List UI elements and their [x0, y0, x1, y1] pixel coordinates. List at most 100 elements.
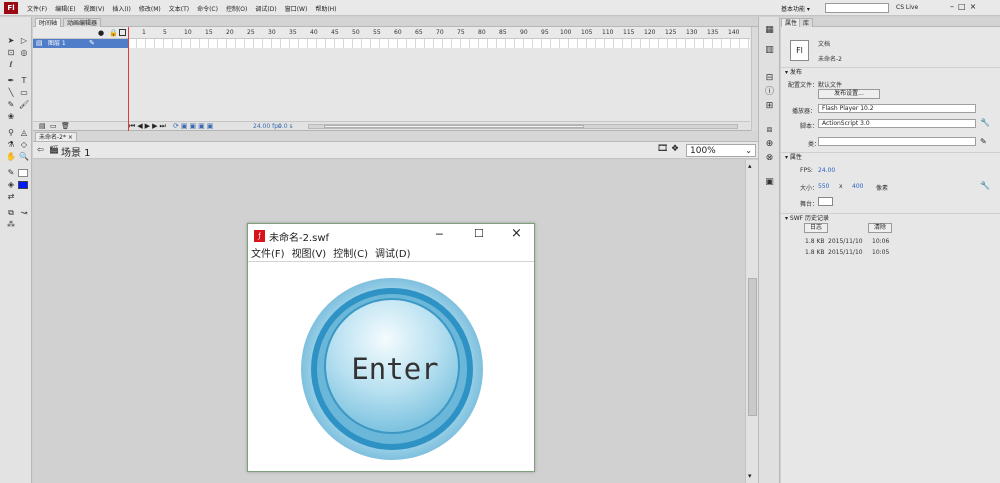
- delete-layer-icon[interactable]: 🗑: [61, 122, 70, 130]
- workspace-switcher[interactable]: 基本功能 ▾: [781, 4, 810, 13]
- motion-presets-icon[interactable]: ⊗: [763, 153, 776, 164]
- section-swf-history[interactable]: ▾ SWF 历史记录: [781, 213, 1000, 222]
- width-value[interactable]: 550: [818, 183, 829, 190]
- eraser-tool-icon[interactable]: ◇: [19, 140, 29, 149]
- menu-control[interactable]: 控制(O): [226, 4, 247, 13]
- lock-icon[interactable]: 🔒: [109, 29, 118, 37]
- history-icon[interactable]: ▣: [763, 177, 776, 188]
- rectangle-tool-icon[interactable]: ▭: [19, 88, 29, 97]
- menu-edit[interactable]: 编辑(E): [55, 4, 75, 13]
- pencil-icon[interactable]: ✎: [980, 137, 987, 146]
- subselection-tool-icon[interactable]: ▷: [19, 36, 29, 45]
- section-properties[interactable]: ▾ 属性: [781, 152, 1000, 161]
- menu-modify[interactable]: 修改(M): [139, 4, 161, 13]
- tab-library[interactable]: 库: [799, 18, 814, 27]
- layer-row[interactable]: ▤ 图层 1 ✎: [33, 39, 128, 48]
- menu-window[interactable]: 窗口(W): [285, 4, 308, 13]
- scroll-up-icon[interactable]: ▴: [748, 162, 752, 170]
- back-arrow-icon[interactable]: ⇦: [37, 145, 44, 154]
- stage-color-swatch[interactable]: [818, 197, 833, 206]
- close-tab-icon[interactable]: ×: [68, 134, 73, 141]
- swf-maximize-button[interactable]: ☐: [474, 227, 484, 240]
- player-select[interactable]: Flash Player 10.2: [818, 104, 976, 113]
- swf-menu-file[interactable]: 文件(F): [251, 248, 285, 261]
- 3d-rotation-tool-icon[interactable]: ◎: [19, 48, 29, 57]
- height-value[interactable]: 400: [852, 183, 863, 190]
- snap-to-objects-icon[interactable]: ⧉: [6, 208, 16, 217]
- menu-help[interactable]: 帮助(H): [315, 4, 336, 13]
- wrench-icon[interactable]: 🔧: [980, 181, 990, 190]
- lasso-tool-icon[interactable]: ℓ: [6, 60, 16, 69]
- timeline-vscroll[interactable]: [751, 27, 758, 131]
- swf-minimize-button[interactable]: ─: [436, 228, 443, 241]
- tab-properties[interactable]: 属性: [781, 18, 802, 27]
- tab-timeline[interactable]: 时间轴: [35, 18, 62, 27]
- align-icon[interactable]: ⊟: [763, 73, 776, 84]
- playhead[interactable]: [128, 27, 129, 131]
- zoom-tool-icon[interactable]: 🔍: [19, 152, 29, 161]
- free-transform-tool-icon[interactable]: ⊡: [6, 48, 16, 57]
- swf-menu-view[interactable]: 视图(V): [292, 248, 327, 261]
- zoom-select[interactable]: 100% ⌄: [686, 144, 756, 157]
- cs-live-button[interactable]: CS Live: [896, 4, 918, 11]
- swf-menu-debug[interactable]: 调试(D): [375, 248, 411, 261]
- wrench-icon[interactable]: 🔧: [980, 118, 990, 127]
- scroll-down-icon[interactable]: ▾: [748, 472, 752, 480]
- new-folder-icon[interactable]: ▭: [50, 122, 57, 130]
- smooth-icon[interactable]: ↝: [19, 208, 29, 217]
- playback-controls[interactable]: ⏮◀▶▶⏭: [129, 122, 168, 131]
- deco-tool-icon[interactable]: ❀: [6, 112, 16, 121]
- menu-view[interactable]: 视图(V): [84, 4, 105, 13]
- close-button[interactable]: ×: [970, 2, 977, 11]
- menu-file[interactable]: 文件(F): [27, 4, 47, 13]
- fps-value[interactable]: 24.00: [818, 167, 835, 174]
- scroll-thumb[interactable]: [748, 278, 757, 416]
- stroke-color-swatch[interactable]: [18, 169, 28, 177]
- color-panel-icon[interactable]: ▦: [763, 25, 776, 36]
- edit-scene-icon[interactable]: 🎞: [657, 144, 668, 154]
- menu-commands[interactable]: 命令(C): [197, 4, 218, 13]
- enter-button-graphic[interactable]: Enter: [248, 263, 534, 471]
- log-button[interactable]: 日志: [804, 223, 828, 233]
- time-readout[interactable]: 0.0 s: [278, 123, 293, 130]
- stroke-color-icon[interactable]: ✎: [6, 168, 16, 177]
- eye-icon[interactable]: ●: [98, 29, 104, 37]
- onion-skin-icon[interactable]: ⟳▣▣▣▣: [173, 122, 215, 130]
- straighten-icon[interactable]: ⁂: [6, 220, 16, 229]
- menu-insert[interactable]: 插入(I): [112, 4, 130, 13]
- fill-color-swatch[interactable]: [18, 181, 28, 189]
- menu-debug[interactable]: 调试(D): [255, 4, 276, 13]
- eyedropper-tool-icon[interactable]: ⚗: [6, 140, 16, 149]
- swf-menu-control[interactable]: 控制(C): [333, 248, 368, 261]
- clear-button[interactable]: 清除: [868, 223, 892, 233]
- selection-tool-icon[interactable]: ➤: [6, 36, 16, 45]
- fill-color-icon[interactable]: ◈: [6, 180, 16, 189]
- fps-readout[interactable]: 24.00 fps: [253, 123, 281, 130]
- hand-tool-icon[interactable]: ✋: [6, 152, 16, 161]
- line-tool-icon[interactable]: ╲: [6, 88, 16, 97]
- class-input[interactable]: [818, 137, 976, 146]
- outline-icon[interactable]: [119, 29, 126, 36]
- bone-tool-icon[interactable]: ⚲: [6, 128, 16, 137]
- info-icon[interactable]: ⓘ: [763, 87, 776, 98]
- tab-motion-editor[interactable]: 动画编辑器: [63, 18, 102, 27]
- pen-tool-icon[interactable]: ✒: [6, 76, 16, 85]
- code-snippets-icon[interactable]: ⧈: [763, 125, 776, 136]
- document-tab[interactable]: 未命名-2* ×: [35, 132, 77, 141]
- minimize-button[interactable]: –: [950, 2, 954, 11]
- paint-bucket-tool-icon[interactable]: ◬: [19, 128, 29, 137]
- components-icon[interactable]: ⊕: [763, 139, 776, 150]
- transform-icon[interactable]: ⊞: [763, 101, 776, 112]
- stage-vscroll[interactable]: ▴ ▾: [745, 160, 758, 483]
- new-layer-icon[interactable]: ▤: [39, 122, 46, 130]
- frame-track[interactable]: [128, 39, 750, 48]
- menu-text[interactable]: 文本(T): [169, 4, 189, 13]
- swf-close-button[interactable]: ×: [511, 226, 522, 241]
- timeline-hscroll[interactable]: [308, 124, 738, 129]
- section-publish[interactable]: ▾ 发布: [781, 67, 1000, 76]
- swap-colors-icon[interactable]: ⇄: [6, 192, 16, 201]
- script-select[interactable]: ActionScript 3.0: [818, 119, 976, 128]
- brush-tool-icon[interactable]: 🖌: [19, 100, 29, 109]
- maximize-button[interactable]: □: [958, 2, 966, 11]
- text-tool-icon[interactable]: T: [19, 76, 29, 85]
